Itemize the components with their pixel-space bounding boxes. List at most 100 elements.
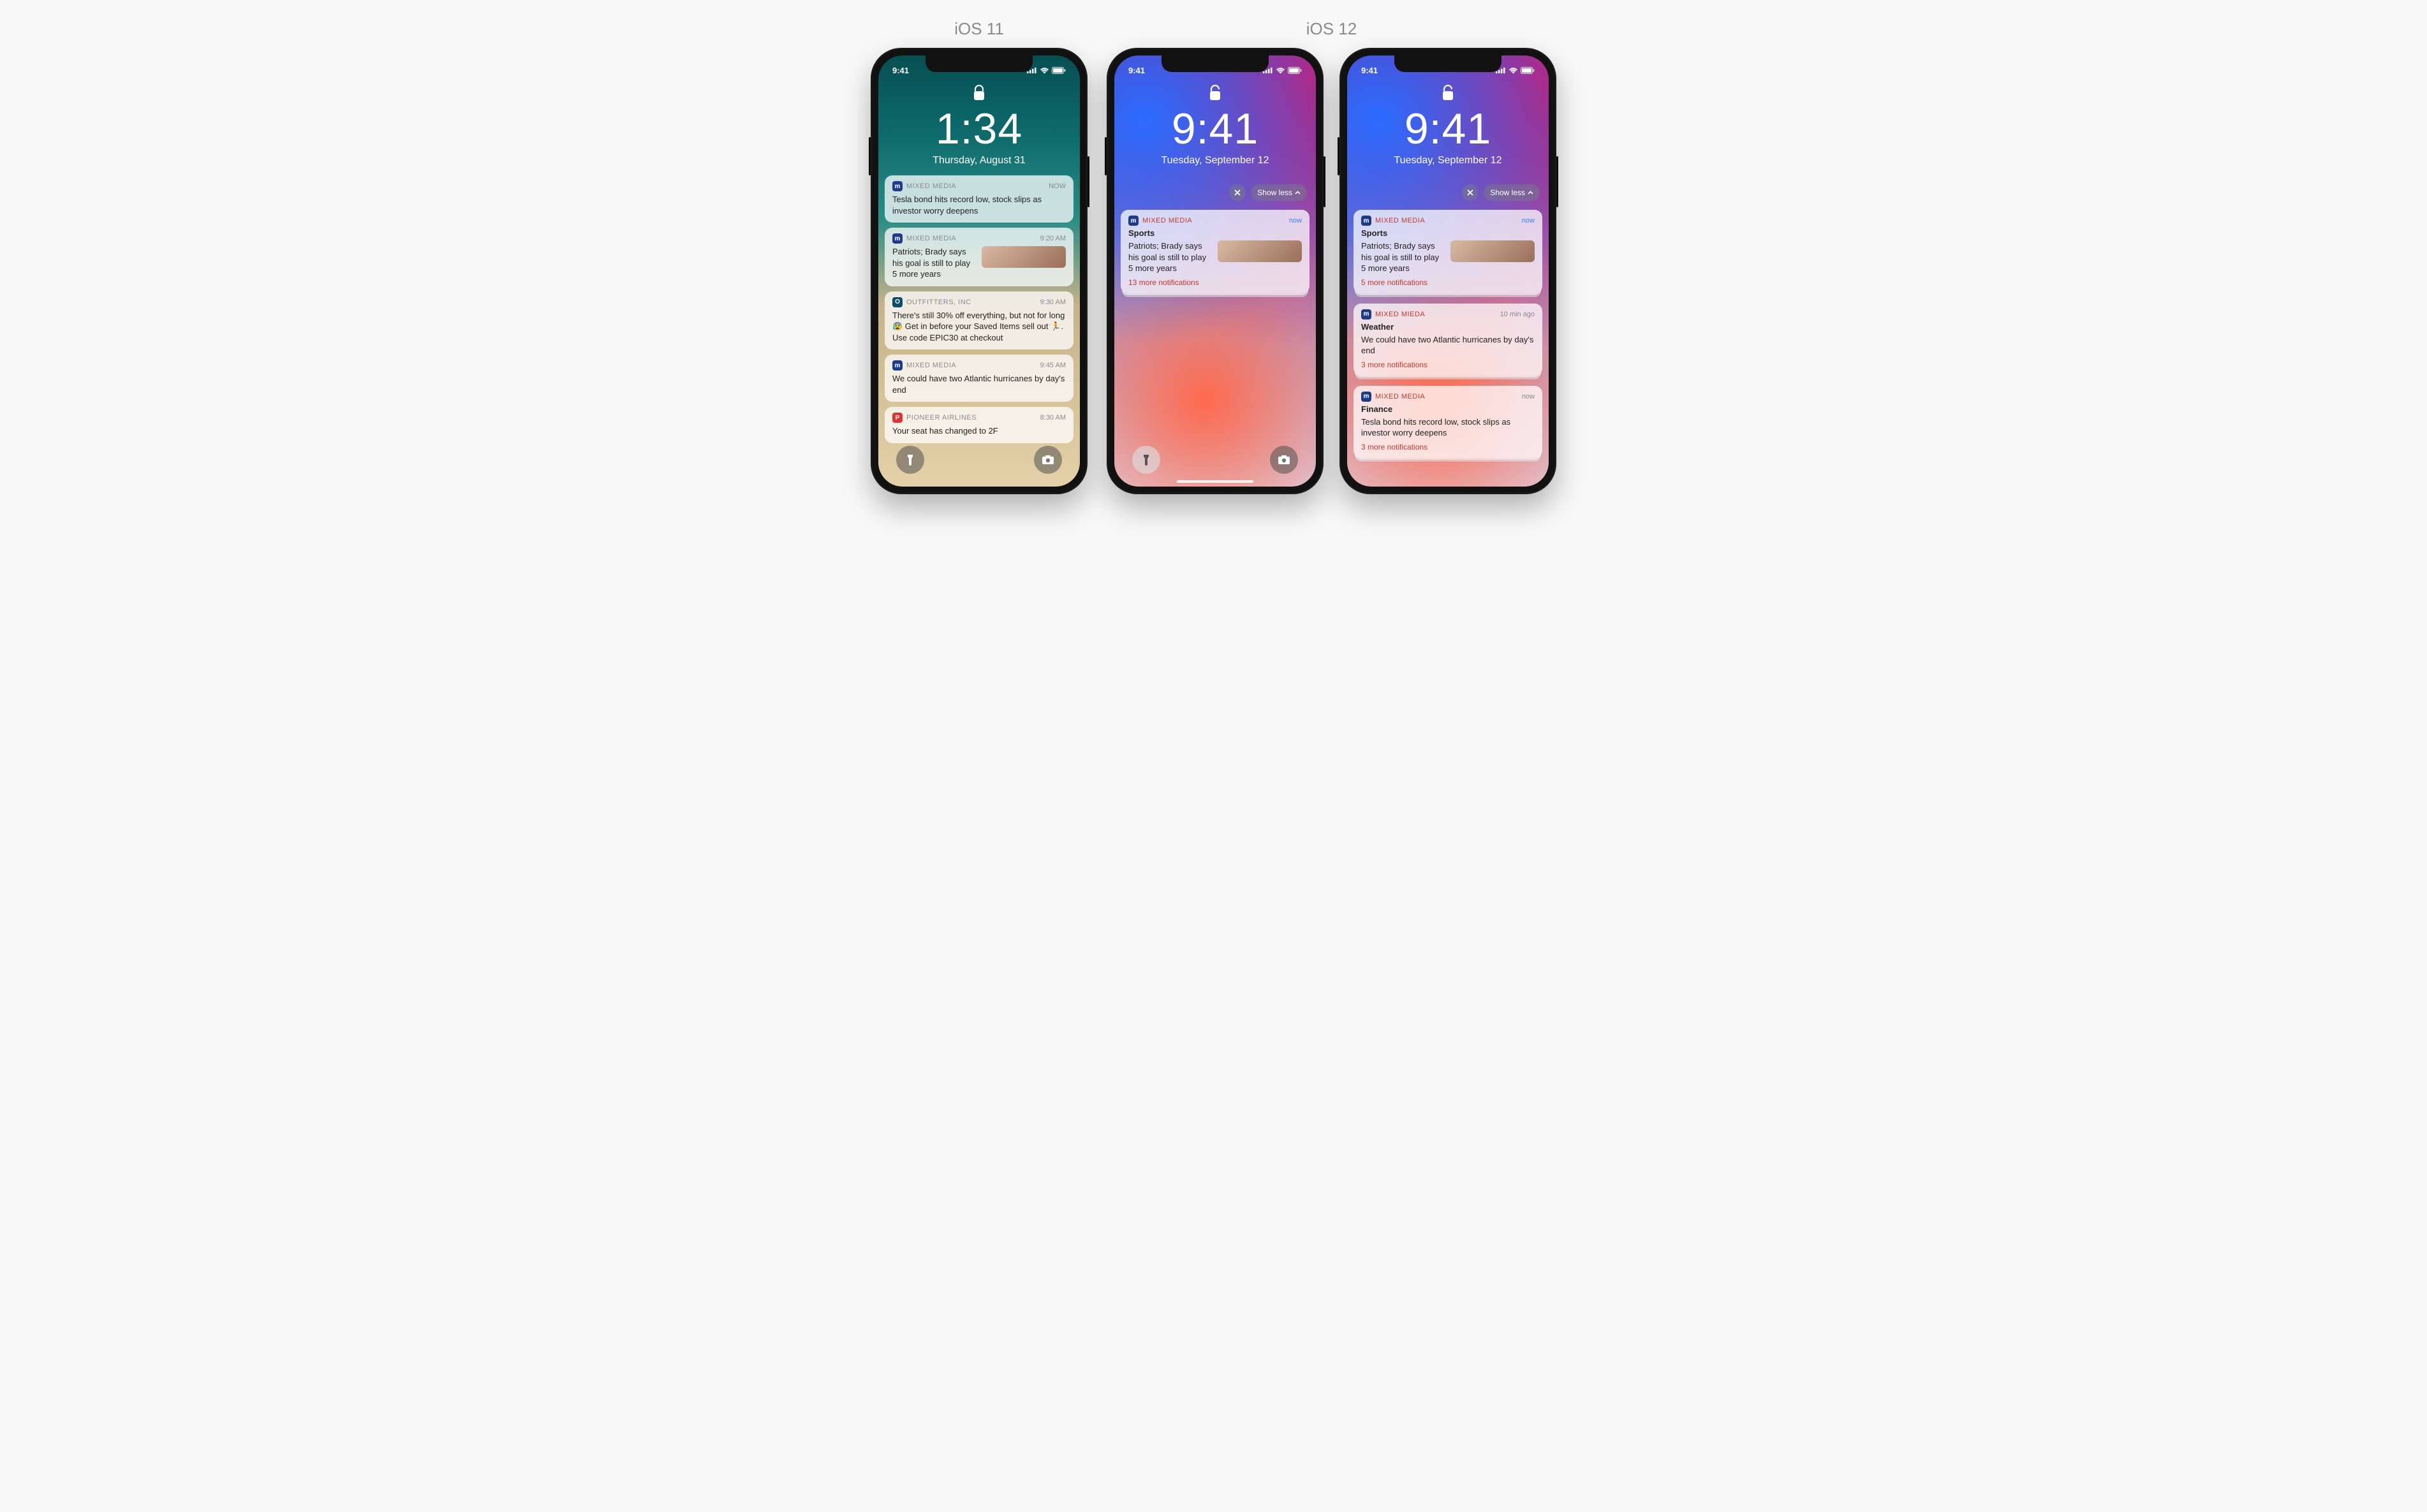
unlock-icon [1442, 85, 1454, 101]
show-less-label: Show less [1490, 188, 1525, 197]
app-icon: m [892, 181, 903, 191]
show-less-label: Show less [1257, 188, 1292, 197]
status-right [1263, 67, 1302, 74]
flashlight-button[interactable] [896, 446, 924, 474]
notification-stack[interactable]: mMIXED MEDIAnow Finance Tesla bond hits … [1354, 386, 1542, 458]
notification-stack[interactable]: m MIXED MEDIA now Sports Patriots; Brady s… [1354, 210, 1542, 293]
battery-icon [1052, 67, 1066, 74]
phone-ios11: 9:41 1:34 Thursday, August 31 mMIXED MED… [871, 48, 1088, 494]
app-icon: m [1361, 392, 1371, 402]
flashlight-icon [1142, 453, 1151, 466]
notification-card[interactable]: mMIXED MEDIA 9:45 AM We could have two At… [885, 355, 1073, 402]
notification-time: 9:45 AM [1040, 362, 1066, 369]
notification-list[interactable]: mMIXED MEDIAnow Sports Patriots; Brady s… [1121, 210, 1309, 298]
notification-thumbnail [1218, 240, 1302, 262]
close-icon [1467, 189, 1473, 196]
app-name: MIXED MEDIA [1375, 393, 1425, 400]
notification-thumbnail [982, 246, 1066, 268]
flashlight-button[interactable] [1132, 446, 1160, 474]
status-time: 9:41 [1128, 66, 1145, 75]
notification-title: Sports [1361, 228, 1535, 238]
notification-body: Patriots; Brady says his goal is still t… [1361, 240, 1445, 274]
wifi-icon [1040, 67, 1049, 74]
notification-more: 13 more notifications [1128, 278, 1302, 287]
unlock-icon [1209, 85, 1221, 101]
notification-body: Patriots; Brady says his goal is still t… [1128, 240, 1213, 274]
battery-icon [1288, 67, 1302, 74]
lockscreen-time: 1:34 [878, 104, 1080, 154]
app-name: MIXED MEDIA [1142, 217, 1192, 224]
notification-time: 10 min ago [1500, 311, 1535, 318]
lockscreen[interactable]: 9:41 9:41 Tuesday, September 12 Show les… [1114, 55, 1316, 487]
home-indicator[interactable] [1177, 480, 1253, 483]
lockscreen-dock [878, 446, 1080, 474]
app-name: MIXED MEDIA [906, 362, 956, 369]
notification-body: Patriots; Brady says his goal is still t… [892, 246, 977, 280]
status-right [1027, 67, 1066, 74]
camera-icon [1042, 455, 1054, 465]
notification-body: We could have two Atlantic hurricanes by… [1361, 334, 1535, 356]
app-icon: m [1128, 216, 1139, 226]
collapse-button[interactable] [1229, 184, 1246, 201]
status-time: 9:41 [1361, 66, 1378, 75]
app-name: MIXED MEDIA [1375, 217, 1425, 224]
notification-time: NOW [1049, 182, 1066, 190]
notification-time: now [1522, 217, 1535, 224]
lockscreen-time: 9:41 [1347, 104, 1549, 154]
notification-card[interactable]: mMIXED MEDIANOW Tesla bond hits record l… [885, 175, 1073, 223]
app-name: OUTFITTERS, INC [906, 298, 971, 306]
notch [926, 55, 1033, 72]
notch [1162, 55, 1269, 72]
ios12-label: iOS 12 [1306, 19, 1357, 39]
wifi-icon [1509, 67, 1518, 74]
camera-button[interactable] [1034, 446, 1062, 474]
app-icon: P [892, 413, 903, 423]
notification-list[interactable]: m MIXED MEDIA now Sports Patriots; Brady s… [1354, 210, 1542, 463]
camera-button[interactable] [1270, 446, 1298, 474]
lockscreen-date: Tuesday, September 12 [1347, 155, 1549, 166]
status-time: 9:41 [892, 66, 909, 75]
lockscreen-date: Thursday, August 31 [878, 155, 1080, 166]
app-name: MIXED MEDIA [906, 182, 956, 190]
ios11-label: iOS 11 [954, 19, 1004, 39]
notification-time: 8:30 AM [1040, 414, 1066, 422]
app-icon: O [892, 297, 903, 307]
app-icon: m [1361, 216, 1371, 226]
ios11-group: iOS 11 9:41 1:34 Thursday, August 31 mMI… [871, 19, 1088, 494]
lockscreen-date: Tuesday, September 12 [1114, 155, 1316, 166]
status-right [1496, 67, 1535, 74]
notification-thumbnail [1450, 240, 1535, 262]
phone-ios12-a: 9:41 9:41 Tuesday, September 12 Show les… [1107, 48, 1324, 494]
notification-stack[interactable]: mMIXED MIEDA10 min ago Weather We could … [1354, 304, 1542, 376]
lock-icon [973, 85, 985, 101]
chevron-up-icon [1528, 191, 1533, 195]
app-name: MIXED MIEDA [1375, 311, 1425, 318]
app-icon: m [892, 233, 903, 244]
phone-ios12-b: 9:41 9:41 Tuesday, September 12 Show les… [1339, 48, 1556, 494]
notification-title: Finance [1361, 404, 1535, 414]
notification-body: There's still 30% off everything, but no… [892, 310, 1066, 344]
flashlight-icon [906, 453, 915, 466]
notification-stack[interactable]: mMIXED MEDIAnow Sports Patriots; Brady s… [1121, 210, 1309, 293]
lockscreen[interactable]: 9:41 1:34 Thursday, August 31 mMIXED MED… [878, 55, 1080, 487]
notification-title: Weather [1361, 322, 1535, 332]
notification-title: Sports [1128, 228, 1302, 238]
notification-more: 3 more notifications [1361, 360, 1535, 369]
notification-card[interactable]: mMIXED MEDIA9:20 AM Patriots; Brady says… [885, 228, 1073, 286]
notification-body: We could have two Atlantic hurricanes by… [892, 373, 1066, 395]
collapse-button[interactable] [1462, 184, 1479, 201]
notification-card[interactable]: OOUTFITTERS, INC 9:30 AM There's still 30… [885, 291, 1073, 350]
lockscreen[interactable]: 9:41 9:41 Tuesday, September 12 Show les… [1347, 55, 1549, 487]
app-icon: m [892, 360, 903, 371]
lockscreen-dock [1114, 446, 1316, 474]
notification-list[interactable]: mMIXED MEDIANOW Tesla bond hits record l… [885, 175, 1073, 443]
show-less-button[interactable]: Show less [1251, 184, 1307, 201]
notch [1394, 55, 1501, 72]
ios12-group: iOS 12 9:41 9:41 Tuesday, September 12 [1107, 19, 1556, 494]
wifi-icon [1276, 67, 1285, 74]
notification-time: 9:30 AM [1040, 298, 1066, 306]
show-less-button[interactable]: Show less [1484, 184, 1540, 201]
lockscreen-time: 9:41 [1114, 104, 1316, 154]
chevron-up-icon [1295, 191, 1301, 195]
notification-card[interactable]: PPIONEER AIRLINES8:30 AM Your seat has c… [885, 407, 1073, 443]
